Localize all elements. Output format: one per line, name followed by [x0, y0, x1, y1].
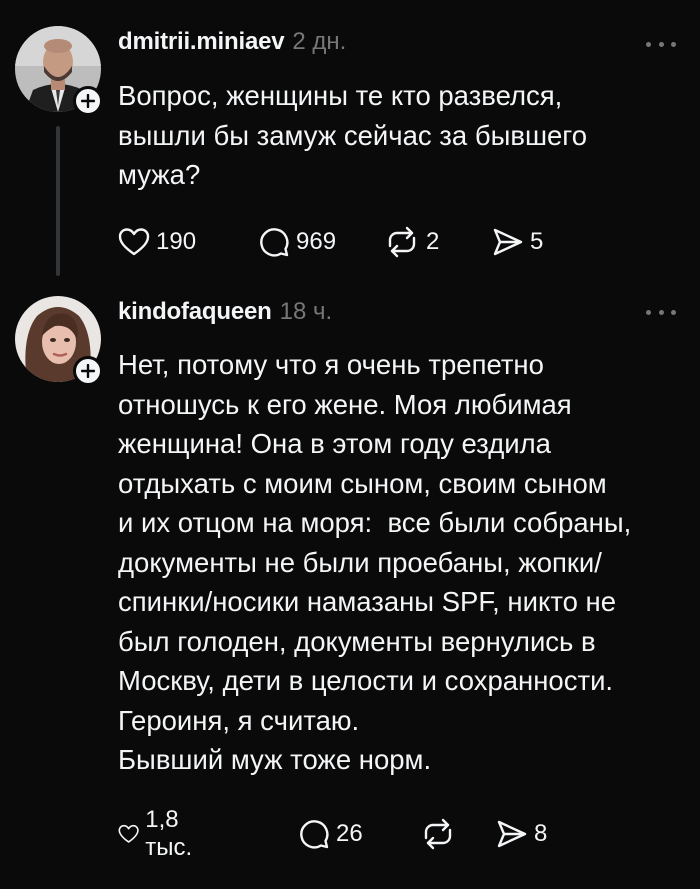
heart-icon [118, 824, 139, 843]
plus-icon [81, 94, 95, 108]
like-count: 1,8 тыс. [145, 806, 193, 861]
reply-count: 26 [336, 820, 363, 847]
send-icon [493, 228, 523, 256]
comment-icon [260, 228, 289, 257]
like-button[interactable]: 1,8 тыс. [118, 806, 203, 861]
follow-button[interactable] [73, 356, 103, 386]
repost-icon [424, 818, 452, 850]
share-count: 8 [534, 820, 548, 847]
reply-button[interactable]: 26 [298, 816, 363, 852]
more-dots-icon [646, 309, 651, 315]
repost-button[interactable]: 2 [384, 224, 439, 260]
username[interactable]: kindofaqueen [118, 298, 272, 326]
share-count: 5 [530, 228, 544, 255]
reply-button[interactable]: 969 [258, 224, 336, 260]
comment-icon [300, 820, 329, 849]
post-header: kindofaqueen 18 ч. [118, 298, 332, 326]
more-dots-icon [646, 41, 651, 47]
follow-button[interactable] [73, 86, 103, 116]
like-count: 190 [156, 228, 197, 255]
username[interactable]: dmitrii.miniaev [118, 28, 285, 56]
repost-icon [388, 226, 416, 258]
share-button[interactable]: 8 [496, 816, 547, 852]
more-button[interactable] [646, 306, 676, 318]
thread-line [56, 126, 60, 276]
post-text: Нет, потому что я очень трепетно отношус… [118, 349, 632, 775]
more-button[interactable] [646, 38, 676, 50]
reply-count: 969 [296, 228, 337, 255]
repost-button[interactable] [420, 816, 456, 852]
plus-icon [81, 364, 95, 378]
like-button[interactable]: 190 [118, 224, 196, 260]
share-button[interactable]: 5 [492, 224, 543, 260]
post-text: Вопрос, женщины те кто развелся, вышли б… [118, 80, 588, 190]
send-icon [497, 820, 527, 848]
post-kindofaqueen: kindofaqueen 18 ч. Нет, потому что я оче… [0, 290, 700, 889]
repost-count: 2 [426, 228, 440, 255]
timestamp: 18 ч. [279, 298, 333, 325]
post-dmitrii: dmitrii.miniaev 2 дн. Вопрос, женщины те… [0, 0, 700, 290]
post-header: dmitrii.miniaev 2 дн. [118, 28, 346, 56]
heart-icon [118, 228, 150, 256]
timestamp: 2 дн. [292, 28, 347, 55]
